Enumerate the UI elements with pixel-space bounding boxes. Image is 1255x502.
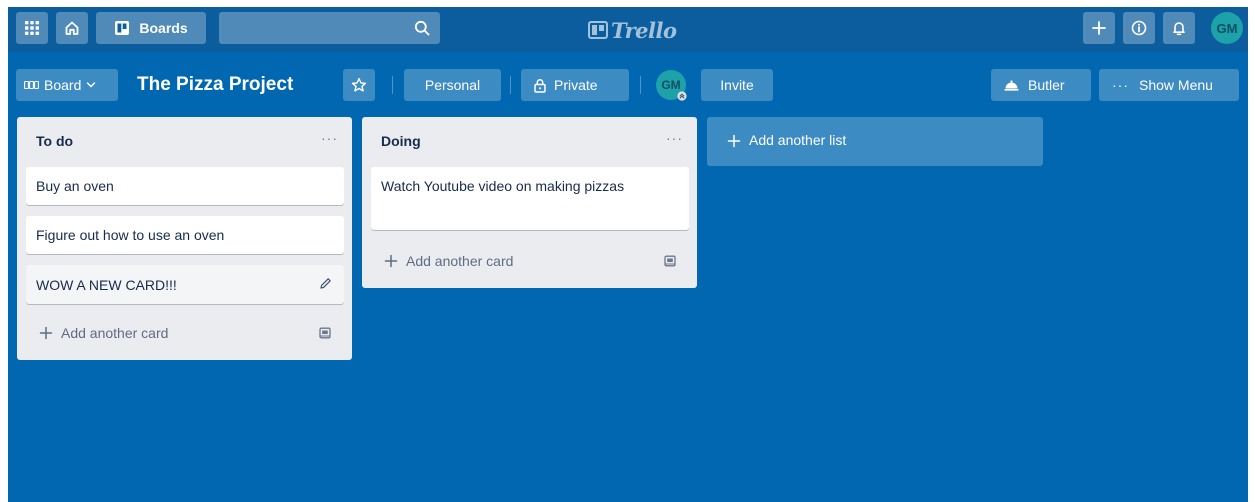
- search-input[interactable]: [219, 12, 409, 44]
- plus-icon: [1092, 21, 1106, 35]
- home-icon: [65, 21, 79, 35]
- add-card-label: Add another card: [406, 253, 514, 269]
- board-bar-divider: [510, 76, 511, 94]
- plus-icon: [727, 134, 741, 148]
- trello-logo-icon: [588, 21, 608, 39]
- board-member-avatar[interactable]: GM: [656, 70, 687, 101]
- add-list-label: Add another list: [749, 132, 847, 148]
- admin-chevron-icon: [677, 91, 687, 101]
- card[interactable]: Figure out how to use an oven: [26, 216, 344, 254]
- card-title: Watch Youtube video on making pizzas: [381, 178, 625, 194]
- list-to-do[interactable]: To do ··· Buy an oven Figure out how to …: [17, 117, 352, 360]
- team-button[interactable]: Personal: [404, 69, 501, 101]
- lock-icon: [534, 78, 546, 93]
- star-board-button[interactable]: [343, 69, 375, 101]
- list-menu-icon[interactable]: ···: [321, 130, 338, 146]
- more-dots-icon: ···: [1112, 77, 1129, 93]
- list-title[interactable]: To do: [36, 133, 73, 149]
- card-template-icon[interactable]: [663, 254, 677, 268]
- invite-label: Invite: [720, 77, 754, 93]
- card-title: Buy an oven: [36, 178, 114, 194]
- search-box[interactable]: [219, 12, 440, 44]
- show-menu-label: Show Menu: [1139, 77, 1213, 93]
- create-button[interactable]: [1083, 12, 1115, 44]
- butler-button[interactable]: Butler: [991, 69, 1091, 101]
- card-title: Figure out how to use an oven: [36, 227, 225, 243]
- board-view-icon: [24, 80, 39, 90]
- add-list-button[interactable]: Add another list: [707, 117, 1043, 166]
- visibility-label: Private: [554, 77, 598, 93]
- add-card-label: Add another card: [61, 325, 169, 341]
- invite-button[interactable]: Invite: [701, 69, 773, 101]
- card[interactable]: WOW A NEW CARD!!!: [26, 265, 344, 304]
- list-header[interactable]: To do ···: [17, 117, 352, 163]
- list-title[interactable]: Doing: [381, 133, 421, 149]
- trello-wordmark: Trello: [611, 17, 677, 43]
- board-bar-divider: [640, 76, 641, 94]
- board-member-initials: GM: [661, 78, 681, 92]
- list-menu-icon[interactable]: ···: [666, 130, 683, 146]
- butler-bell-icon: [1004, 80, 1019, 91]
- search-icon[interactable]: [414, 20, 430, 36]
- trello-logo[interactable]: Trello: [588, 17, 677, 43]
- boards-label: Boards: [139, 20, 188, 36]
- board-title[interactable]: The Pizza Project: [137, 69, 293, 101]
- show-menu-button[interactable]: ··· Show Menu: [1099, 69, 1239, 101]
- chevron-down-icon: [87, 82, 96, 88]
- bell-icon: [1173, 22, 1185, 36]
- star-icon: [351, 77, 367, 92]
- team-label: Personal: [424, 77, 481, 93]
- card[interactable]: Buy an oven: [26, 167, 344, 205]
- pencil-icon[interactable]: [319, 277, 332, 290]
- card[interactable]: Watch Youtube video on making pizzas: [371, 167, 689, 230]
- user-avatar-initials: GM: [1216, 20, 1238, 36]
- top-header: Boards Trello GM: [8, 7, 1248, 52]
- add-card-button[interactable]: Add another card: [26, 317, 344, 349]
- butler-label: Butler: [1028, 77, 1065, 93]
- apps-button[interactable]: [16, 12, 48, 44]
- board-bar-divider: [392, 76, 393, 94]
- trello-app: Boards Trello GM Board The Pizza Project…: [8, 7, 1248, 502]
- info-button[interactable]: [1123, 12, 1155, 44]
- add-card-button[interactable]: Add another card: [371, 245, 689, 277]
- notifications-button[interactable]: [1163, 12, 1195, 44]
- board-view-label: Board: [44, 77, 82, 93]
- card-title: WOW A NEW CARD!!!: [36, 277, 177, 293]
- list-header[interactable]: Doing ···: [362, 117, 697, 163]
- boards-icon: [115, 21, 130, 35]
- plus-icon: [384, 254, 398, 268]
- boards-button[interactable]: Boards: [96, 12, 206, 44]
- home-button[interactable]: [56, 12, 88, 44]
- user-avatar[interactable]: GM: [1211, 12, 1243, 44]
- info-icon: [1131, 20, 1147, 36]
- list-doing[interactable]: Doing ··· Watch Youtube video on making …: [362, 117, 697, 288]
- visibility-button[interactable]: Private: [521, 69, 629, 101]
- card-template-icon[interactable]: [318, 326, 332, 340]
- plus-icon: [39, 326, 53, 340]
- grid-icon: [25, 21, 39, 35]
- board-view-switcher[interactable]: Board: [16, 69, 118, 101]
